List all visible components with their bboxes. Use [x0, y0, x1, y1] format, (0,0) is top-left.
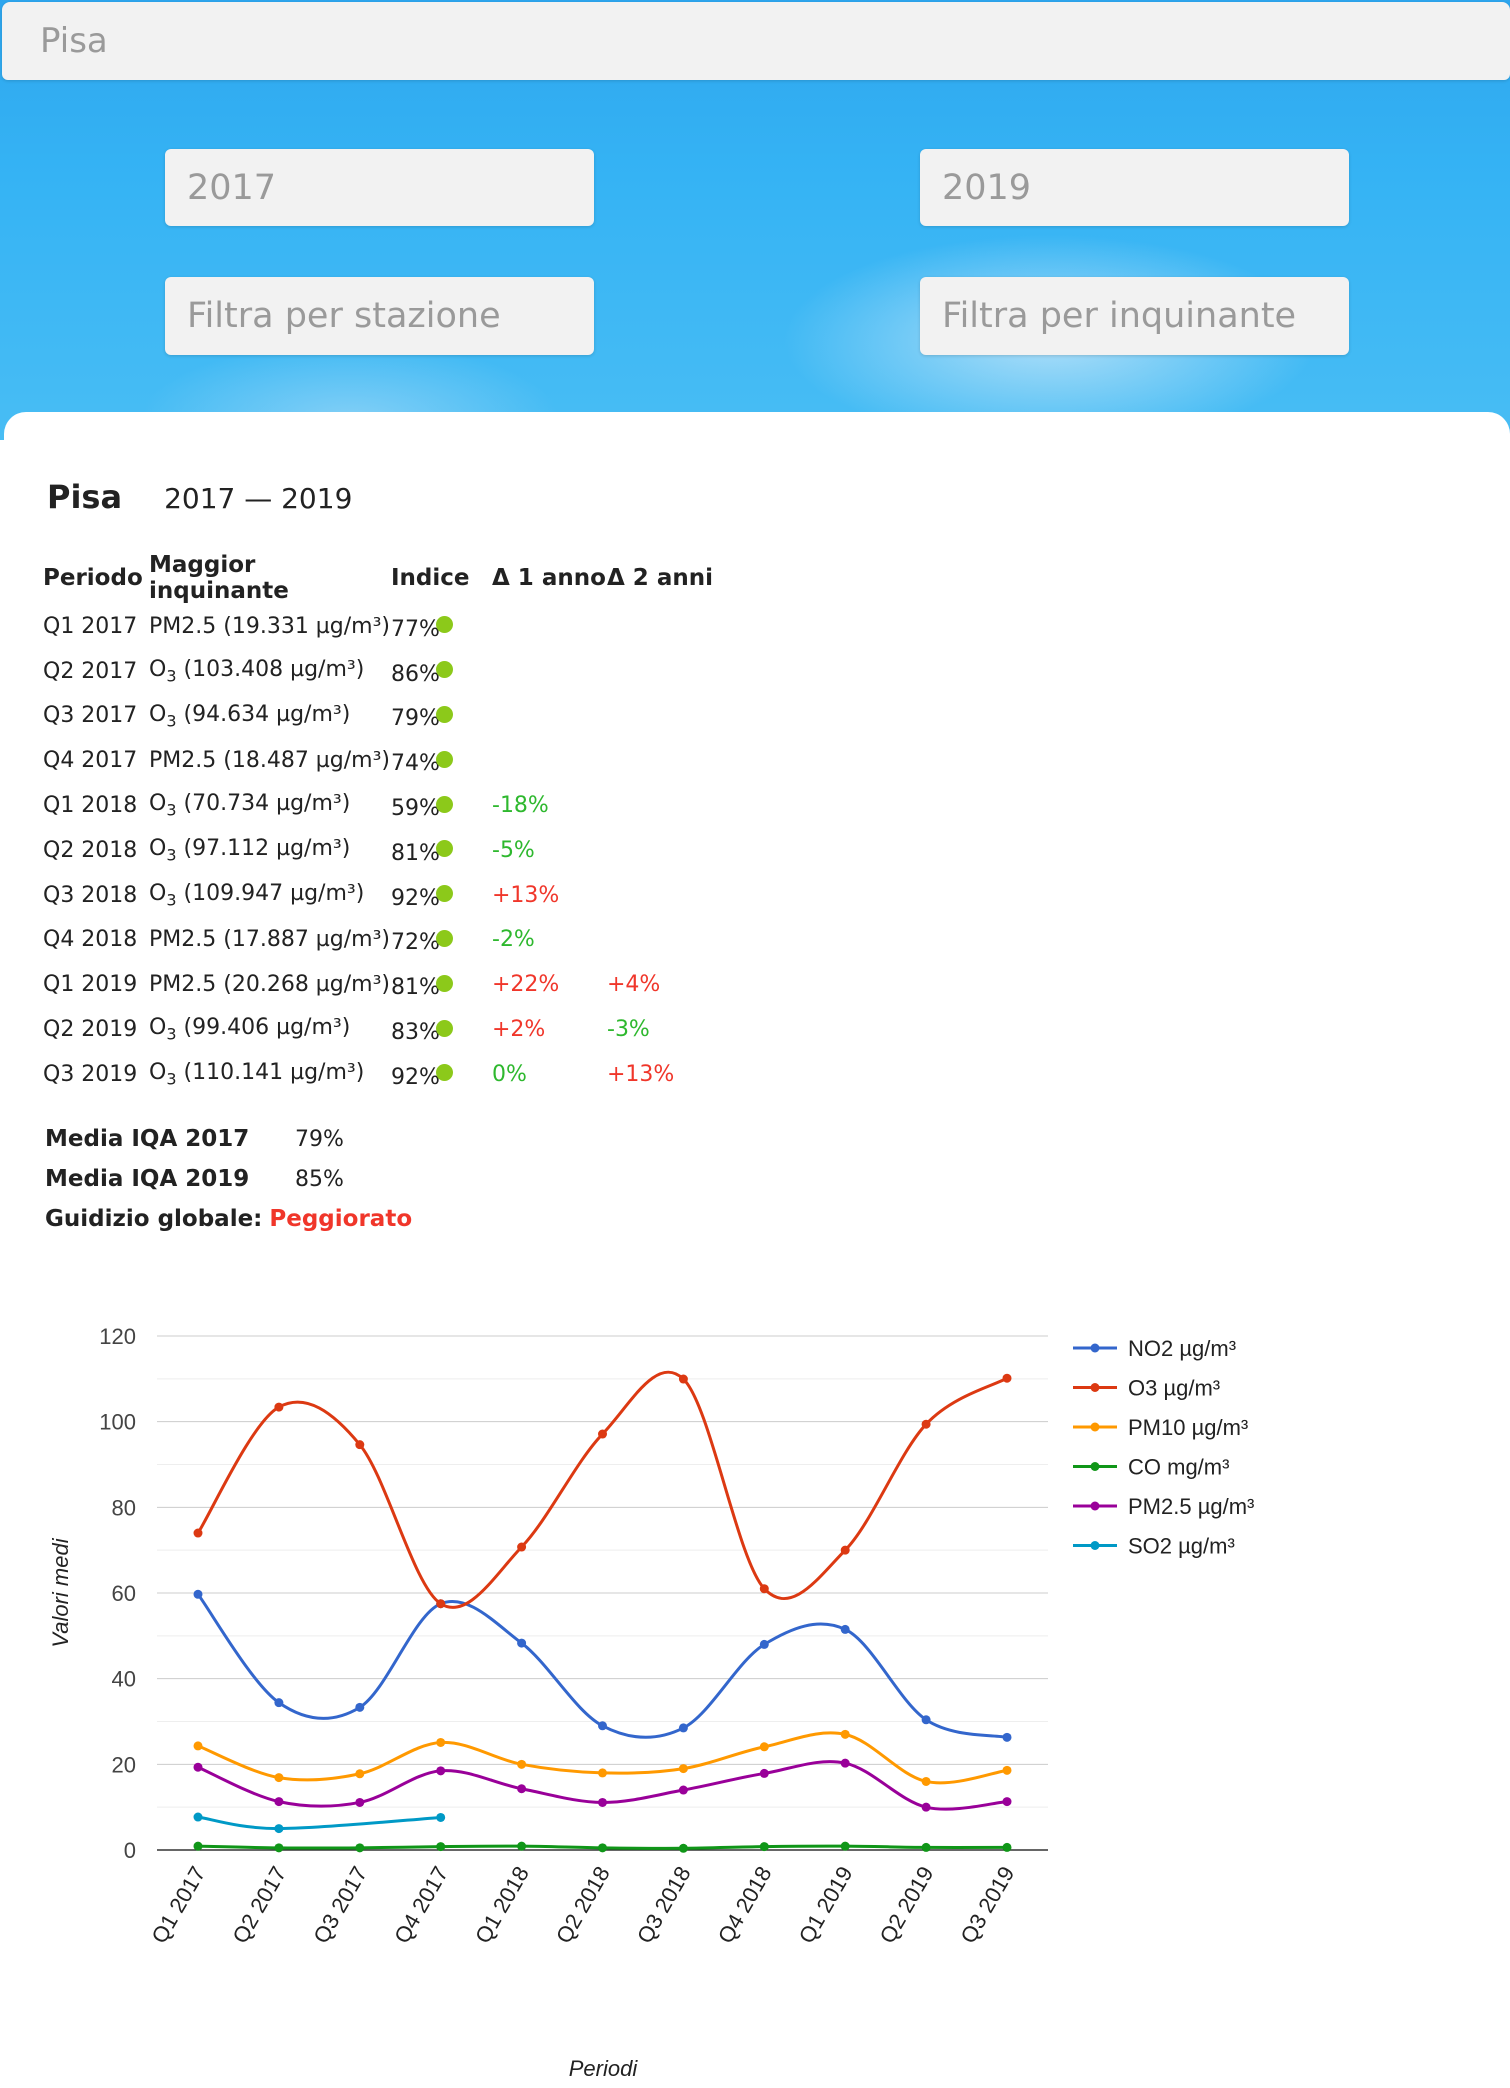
legend-marker [1090, 1383, 1100, 1392]
data-point [436, 1766, 446, 1776]
data-point [436, 1737, 446, 1747]
data-point [517, 1784, 527, 1794]
legend-marker [1090, 1462, 1100, 1471]
data-point [678, 1723, 688, 1733]
data-point [1002, 1765, 1012, 1775]
data-point [274, 1797, 284, 1807]
x-tick-label: Q4 2017 [389, 1862, 453, 1948]
data-point [840, 1545, 850, 1555]
series-line [196, 1370, 1008, 1609]
data-point [678, 1374, 688, 1384]
data-point [759, 1742, 769, 1752]
y-tick-label: 120 [99, 1324, 136, 1349]
legend-label: NO2 µg/m³ [1128, 1336, 1236, 1361]
data-point [678, 1785, 688, 1795]
legend-marker [1090, 1501, 1100, 1511]
data-point [436, 1812, 446, 1822]
data-point [921, 1715, 931, 1725]
series-line [197, 1815, 441, 1831]
data-point [598, 1429, 607, 1439]
legend-marker [1090, 1343, 1100, 1353]
data-point [517, 1841, 527, 1851]
x-tick-label: Q1 2017 [146, 1862, 210, 1948]
y-tick-label: 20 [112, 1752, 136, 1777]
data-point [517, 1542, 527, 1552]
data-point [355, 1440, 365, 1450]
y-tick-label: 80 [112, 1495, 136, 1520]
data-point [840, 1729, 850, 1739]
data-point [274, 1843, 284, 1853]
data-point [598, 1721, 607, 1731]
data-point [840, 1624, 850, 1634]
data-point [759, 1639, 769, 1649]
data-point [1002, 1842, 1012, 1852]
x-tick-label: Q3 2017 [308, 1862, 372, 1948]
legend-label: SO2 µg/m³ [1128, 1534, 1235, 1559]
data-point [921, 1776, 931, 1786]
data-point [678, 1843, 688, 1853]
data-point [921, 1802, 931, 1812]
y-axis-title: Valori medi [48, 1537, 73, 1647]
legend-label: O3 µg/m³ [1128, 1376, 1220, 1401]
data-point [274, 1824, 284, 1834]
x-tick-label: Q1 2019 [794, 1862, 858, 1948]
legend-label: CO mg/m³ [1128, 1455, 1229, 1480]
data-point [436, 1842, 446, 1852]
x-tick-label: Q3 2019 [955, 1862, 1019, 1948]
x-tick-label: Q4 2018 [713, 1862, 777, 1948]
legend-label: PM2.5 µg/m³ [1128, 1494, 1254, 1519]
data-point [193, 1762, 203, 1772]
data-point [517, 1759, 527, 1769]
data-point [355, 1769, 365, 1779]
data-point [921, 1842, 931, 1852]
data-point [840, 1758, 850, 1768]
data-point [678, 1764, 688, 1774]
x-tick-label: Q2 2017 [227, 1862, 291, 1948]
data-point [193, 1741, 203, 1751]
legend-label: PM10 µg/m³ [1128, 1415, 1248, 1440]
legend-marker [1090, 1541, 1100, 1550]
data-point [193, 1589, 203, 1599]
x-tick-label: Q2 2019 [875, 1862, 939, 1948]
data-point [355, 1843, 365, 1853]
data-point [193, 1528, 203, 1538]
data-point [274, 1698, 284, 1708]
y-tick-label: 40 [112, 1667, 136, 1692]
data-point [1002, 1373, 1012, 1383]
data-point [598, 1768, 607, 1778]
x-axis-title: Periodi [569, 2056, 639, 2081]
data-point [1002, 1797, 1012, 1807]
data-point [193, 1812, 203, 1822]
data-point [1002, 1732, 1012, 1742]
data-point [598, 1797, 607, 1807]
y-tick-label: 0 [124, 1838, 136, 1863]
series-line [196, 1593, 1008, 1739]
data-point [517, 1638, 527, 1648]
data-point [840, 1841, 850, 1851]
data-point [193, 1841, 203, 1851]
x-tick-label: Q3 2018 [632, 1862, 696, 1948]
data-point [921, 1419, 931, 1429]
x-tick-label: Q2 2018 [551, 1862, 615, 1948]
data-point [274, 1773, 284, 1783]
pollutant-line-chart: 0 20 40 60 80 100 120 Q1 2017 Q2 2017 Q3 2017 Q4 2… [48, 1324, 1254, 2081]
data-point [355, 1797, 365, 1807]
data-point [759, 1768, 769, 1778]
data-point [274, 1402, 284, 1412]
y-tick-label: 100 [99, 1410, 136, 1435]
data-point [759, 1842, 769, 1852]
data-point [436, 1599, 446, 1609]
data-point [355, 1702, 365, 1712]
data-point [759, 1584, 769, 1594]
legend-marker [1090, 1422, 1100, 1432]
data-point [598, 1843, 607, 1853]
y-tick-label: 60 [112, 1581, 136, 1606]
x-tick-label: Q1 2018 [470, 1862, 534, 1948]
